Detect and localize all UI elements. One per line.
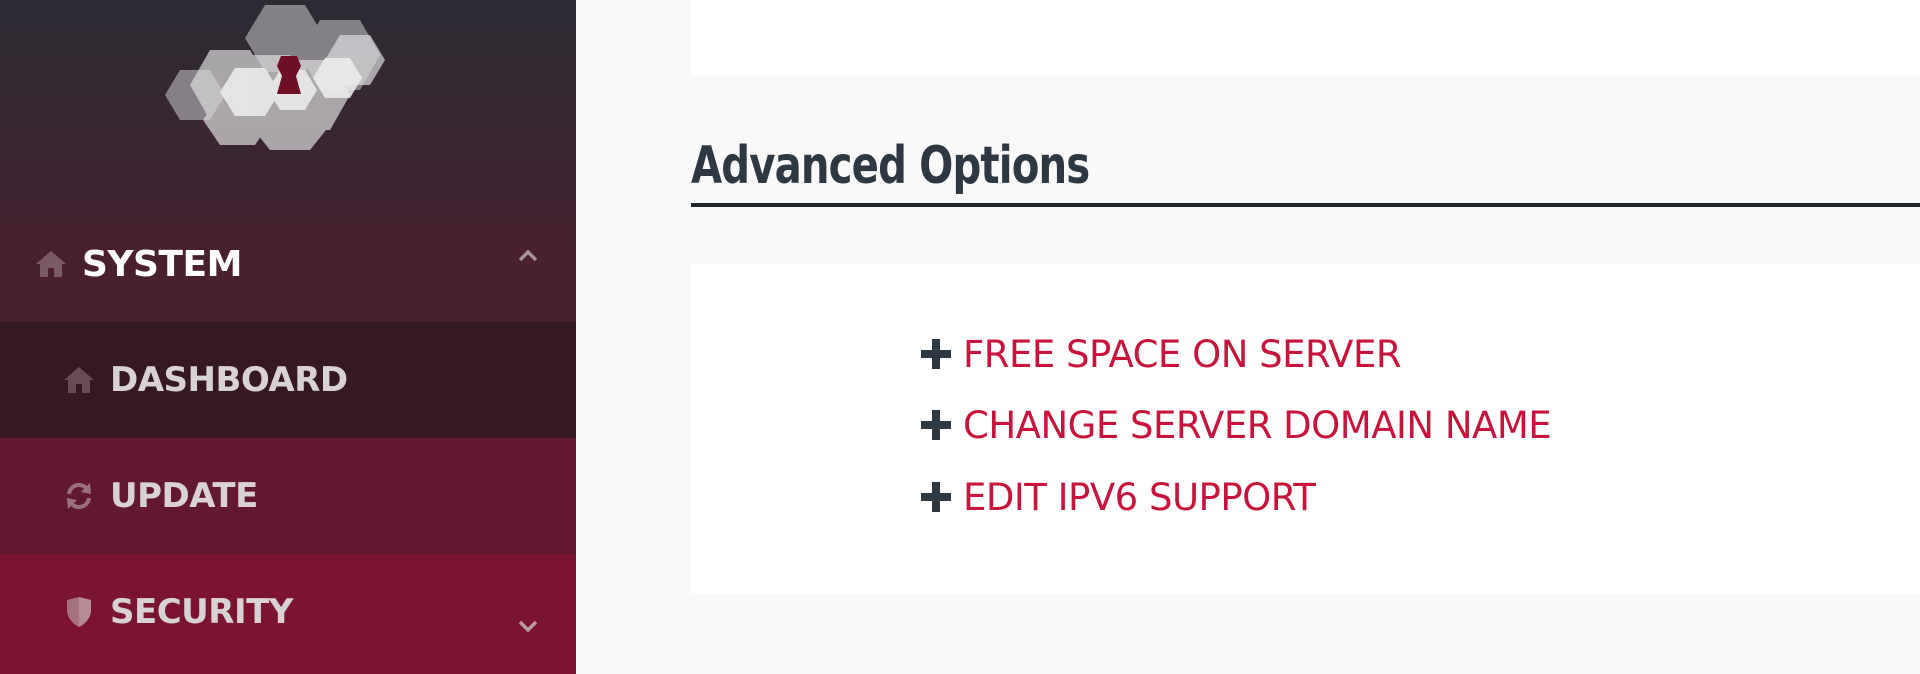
edit-ipv6-option[interactable]: EDIT IPV6 SUPPORT <box>921 471 1316 523</box>
sidebar-item-label: SYSTEM <box>82 243 242 285</box>
home-icon <box>62 363 96 397</box>
plus-icon <box>921 410 951 440</box>
option-label: CHANGE SERVER DOMAIN NAME <box>963 403 1552 447</box>
sidebar-item-security[interactable]: SECURITY <box>0 554 576 670</box>
sidebar-item-dashboard[interactable]: DASHBOARD <box>0 322 576 438</box>
advanced-options-card: FREE SPACE ON SERVER CHANGE SERVER DOMAI… <box>691 264 1920 594</box>
refresh-icon <box>62 479 96 513</box>
chevron-down-icon[interactable] <box>516 614 540 638</box>
sidebar-item-update[interactable]: UPDATE <box>0 438 576 554</box>
sidebar-item-label: UPDATE <box>110 476 258 516</box>
title-divider <box>691 203 1920 207</box>
chevron-up-icon[interactable] <box>516 244 540 268</box>
shield-icon <box>62 595 96 629</box>
plus-icon <box>921 482 951 512</box>
option-label: EDIT IPV6 SUPPORT <box>963 475 1316 519</box>
free-space-option[interactable]: FREE SPACE ON SERVER <box>921 328 1402 380</box>
cloud-logo <box>165 5 385 150</box>
page-title: Advanced Options <box>691 136 1090 196</box>
option-label: FREE SPACE ON SERVER <box>963 332 1402 376</box>
sidebar: SYSTEM DASHBOARD UPDATE SECURITY <box>0 0 576 674</box>
top-card <box>691 0 1920 76</box>
sidebar-item-system[interactable]: SYSTEM <box>0 206 576 322</box>
home-icon <box>34 247 68 281</box>
sidebar-item-label: DASHBOARD <box>110 360 348 400</box>
change-domain-option[interactable]: CHANGE SERVER DOMAIN NAME <box>921 399 1552 451</box>
plus-icon <box>921 339 951 369</box>
sidebar-item-label: SECURITY <box>110 592 293 632</box>
